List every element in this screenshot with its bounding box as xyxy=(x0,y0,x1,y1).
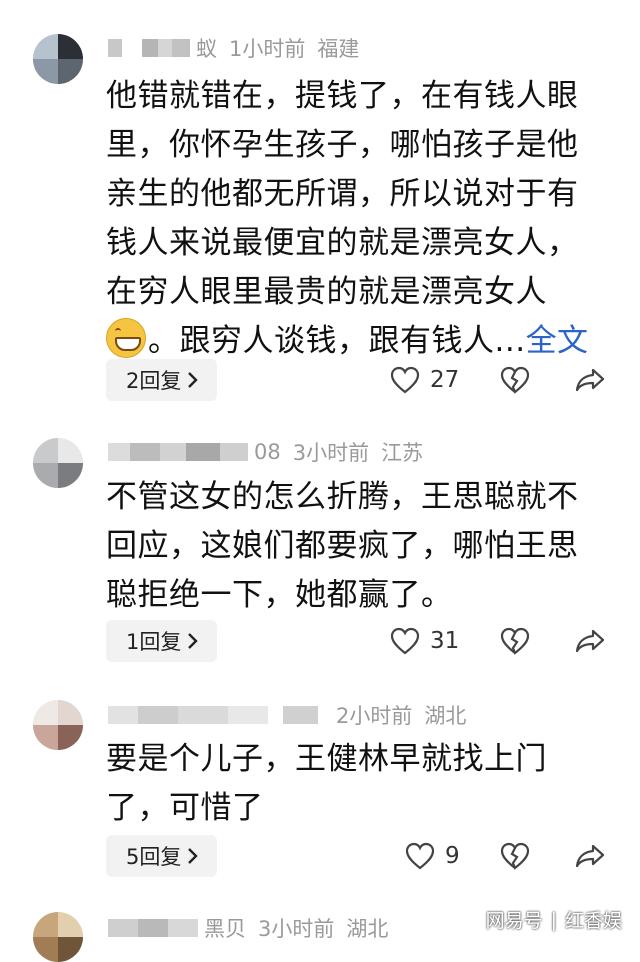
chevron-right-icon xyxy=(188,372,199,388)
avatar[interactable] xyxy=(33,34,83,84)
username[interactable]: 黑贝 xyxy=(204,913,246,943)
comment-line: 在穷人眼里最贵的就是漂亮女人 xyxy=(106,274,547,310)
share-button[interactable] xyxy=(575,359,605,401)
watermark: 网易号 | 红香娱 xyxy=(486,906,622,933)
grinning-face-icon xyxy=(106,318,146,358)
like-count: 9 xyxy=(445,843,460,869)
comment-meta: 08 3小时前 江苏 xyxy=(108,437,423,467)
avatar[interactable] xyxy=(33,700,83,750)
comment-time: 2小时前 xyxy=(336,704,413,728)
broken-heart-icon xyxy=(500,842,530,870)
avatar[interactable] xyxy=(33,912,83,962)
chevron-right-icon xyxy=(188,848,199,864)
comment-meta: 黑贝 3小时前 湖北 xyxy=(108,913,388,943)
reply-count-label: 2回复 xyxy=(126,369,182,393)
like-button[interactable]: 9 xyxy=(405,835,460,877)
comment-actions: 27 xyxy=(380,359,610,401)
comment-location: 湖北 xyxy=(424,704,467,728)
comment-line: 了，可惜了 xyxy=(106,790,264,826)
comment-meta: 蚁 1小时前 福建 xyxy=(108,33,359,63)
comment-line: 回应，这娘们都要疯了，哪怕王思 xyxy=(106,528,579,564)
watermark-source: 网易号 xyxy=(485,910,543,932)
share-arrow-icon xyxy=(575,368,605,392)
username[interactable]: 蚁 xyxy=(196,33,217,63)
watermark-author: 红香娱 xyxy=(564,910,622,932)
comment-location: 湖北 xyxy=(346,917,389,941)
comment-location: 江苏 xyxy=(381,441,424,465)
comment-line: 要是个儿子，王健林早就找上门 xyxy=(106,741,547,777)
dislike-button[interactable] xyxy=(500,359,530,401)
share-arrow-icon xyxy=(575,844,605,868)
broken-heart-icon xyxy=(500,366,530,394)
comment-line: 里，你怀孕生孩子，哪怕孩子是他 xyxy=(106,127,579,163)
comment-text[interactable]: 不管这女的怎么折腾，王思聪就不 回应，这娘们都要疯了，哪怕王思 聪拒绝一下，她都… xyxy=(106,473,611,620)
reply-count-button[interactable]: 1回复 xyxy=(106,620,218,662)
comment-line: 聪拒绝一下，她都赢了。 xyxy=(106,577,453,613)
comment-text[interactable]: 要是个儿子，王健林早就找上门 了，可惜了 xyxy=(106,735,611,833)
dislike-button[interactable] xyxy=(500,620,530,662)
like-button[interactable]: 31 xyxy=(390,620,459,662)
share-arrow-icon xyxy=(575,629,605,653)
reply-count-label: 5回复 xyxy=(126,845,182,869)
like-button[interactable]: 27 xyxy=(390,359,459,401)
chevron-right-icon xyxy=(188,633,199,649)
username-mosaic[interactable] xyxy=(108,39,190,57)
comment-line-tail: 。跟穷人谈钱，跟有钱人... xyxy=(148,323,526,359)
comment-actions: 31 xyxy=(380,620,610,662)
reply-count-button[interactable]: 5回复 xyxy=(106,835,218,877)
comment-line: 不管这女的怎么折腾，王思聪就不 xyxy=(106,479,579,515)
full-text-link[interactable]: 全文 xyxy=(526,323,589,359)
reply-count-label: 1回复 xyxy=(126,630,182,654)
comment-time: 3小时前 xyxy=(258,917,335,941)
heart-icon xyxy=(405,842,435,870)
username-mosaic[interactable] xyxy=(108,706,318,724)
watermark-divider: | xyxy=(550,908,557,931)
share-button[interactable] xyxy=(575,620,605,662)
reply-count-button[interactable]: 2回复 xyxy=(106,359,218,401)
username-mosaic[interactable] xyxy=(108,443,248,461)
heart-icon xyxy=(390,627,420,655)
heart-icon xyxy=(390,366,420,394)
comment-time: 1小时前 xyxy=(229,37,306,61)
comment-actions: 9 xyxy=(380,835,610,877)
comment-time: 3小时前 xyxy=(292,441,370,465)
like-count: 31 xyxy=(430,628,460,654)
comment-line: 他错就错在，提钱了，在有钱人眼 xyxy=(106,78,579,114)
avatar[interactable] xyxy=(33,438,83,488)
broken-heart-icon xyxy=(500,627,530,655)
comment-text[interactable]: 他错就错在，提钱了，在有钱人眼 里，你怀孕生孩子，哪怕孩子是他 亲生的他都无所谓… xyxy=(106,72,611,366)
username-mosaic[interactable] xyxy=(108,919,198,937)
dislike-button[interactable] xyxy=(500,835,530,877)
comment-meta: 2小时前 湖北 xyxy=(108,700,466,730)
comment-line: 钱人来说最便宜的就是漂亮女人， xyxy=(106,225,579,261)
comment-location: 福建 xyxy=(317,37,360,61)
username[interactable]: 08 xyxy=(254,440,281,464)
comment-line: 亲生的他都无所谓，所以说对于有 xyxy=(106,176,579,212)
share-button[interactable] xyxy=(575,835,605,877)
like-count: 27 xyxy=(430,367,460,393)
